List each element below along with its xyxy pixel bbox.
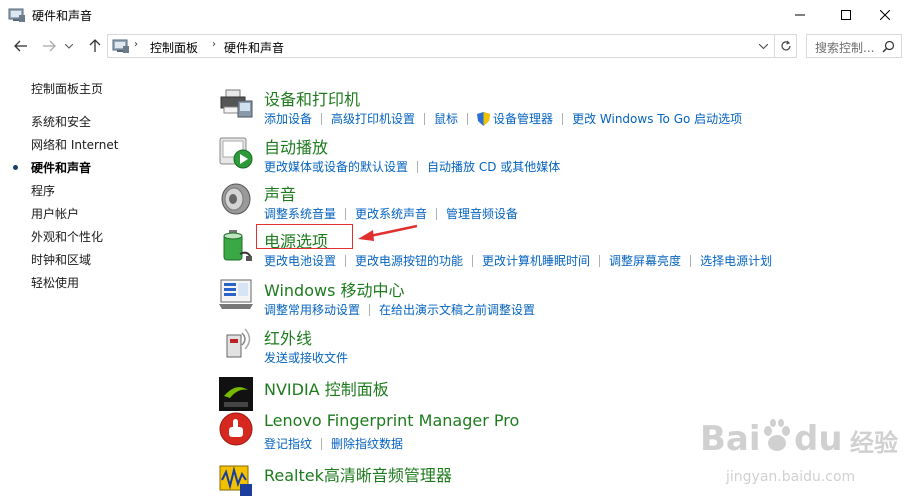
link-divider (417, 160, 419, 173)
watermark-paw-text: du (794, 419, 843, 459)
category-title[interactable]: 红外线 (264, 325, 312, 349)
link-add-device[interactable]: 添加设备 (264, 110, 312, 127)
mobility-center-icon (218, 277, 254, 313)
breadcrumb-control-panel[interactable]: 控制面板 (150, 39, 198, 56)
category-title[interactable]: 声音 (264, 181, 296, 205)
link-choose-power-plan[interactable]: 选择电源计划 (700, 252, 772, 269)
refresh-button[interactable] (775, 34, 797, 58)
chevron-right-icon[interactable]: › (212, 39, 216, 50)
battery-icon (218, 228, 254, 264)
category-links: 调整常用移动设置 在给出演示文稿之前调整设置 (264, 301, 535, 318)
link-divider (424, 112, 426, 125)
link-device-manager[interactable]: 设备管理器 (493, 110, 553, 127)
realtek-audio-icon (218, 462, 254, 498)
link-divider (345, 207, 347, 220)
link-divider (562, 112, 564, 125)
sidebar-item-system-security[interactable]: 系统和安全 (31, 113, 91, 130)
window-title: 硬件和声音 (32, 9, 93, 23)
link-enroll-fingerprint[interactable]: 登记指纹 (264, 435, 312, 452)
current-item-bullet (13, 165, 18, 170)
speaker-icon (218, 181, 254, 217)
link-presentation-settings[interactable]: 在给出演示文稿之前调整设置 (379, 301, 535, 318)
link-divider (472, 254, 474, 267)
link-adjust-volume[interactable]: 调整系统音量 (264, 205, 336, 222)
annotation-highlight-box (256, 224, 353, 249)
link-sleep-time[interactable]: 更改计算机睡眠时间 (482, 252, 590, 269)
sidebar-item-ease-of-access[interactable]: 轻松使用 (31, 274, 79, 291)
watermark-brand: Bai (700, 419, 761, 459)
category-title[interactable]: Lenovo Fingerprint Manager Pro (264, 411, 519, 430)
link-divider (321, 112, 323, 125)
link-screen-brightness[interactable]: 调整屏幕亮度 (609, 252, 681, 269)
category-title[interactable]: 设备和打印机 (264, 86, 360, 110)
link-divider (690, 254, 692, 267)
up-button[interactable] (84, 36, 106, 56)
link-divider (345, 254, 347, 267)
link-change-media-defaults[interactable]: 更改媒体或设备的默认设置 (264, 158, 408, 175)
link-battery-settings[interactable]: 更改电池设置 (264, 252, 336, 269)
sidebar-item-appearance[interactable]: 外观和个性化 (31, 228, 103, 245)
link-power-button-function[interactable]: 更改电源按钮的功能 (355, 252, 463, 269)
category-title[interactable]: Windows 移动中心 (264, 277, 405, 301)
minimize-button[interactable] (777, 0, 823, 30)
address-bar[interactable]: › 控制面板 › 硬件和声音 (107, 34, 775, 58)
category-links: 调整系统音量 更改系统声音 管理音频设备 (264, 205, 518, 222)
category-links: 登记指纹 删除指纹数据 (264, 435, 403, 452)
infrared-icon (218, 325, 254, 361)
link-divider (467, 112, 469, 125)
paw-icon (764, 419, 790, 451)
category-links: 添加设备 高级打印机设置 鼠标 设备管理器 更改 Windows To Go 启… (264, 110, 742, 127)
link-divider (369, 303, 371, 316)
watermark-cn: 经验 (850, 429, 898, 457)
forward-button[interactable] (38, 36, 60, 56)
navigation-bar: › 控制面板 › 硬件和声音 搜索控制... (0, 30, 908, 62)
link-windows-to-go[interactable]: 更改 Windows To Go 启动选项 (572, 110, 742, 127)
control-panel-icon (8, 7, 26, 23)
recent-locations-dropdown[interactable] (62, 36, 76, 56)
nvidia-icon (218, 376, 254, 412)
category-links: 发送或接收文件 (264, 349, 348, 366)
category-title[interactable]: 自动播放 (264, 134, 328, 158)
uac-shield-icon (477, 111, 491, 126)
sidebar-item-network[interactable]: 网络和 Internet (31, 136, 118, 153)
back-button[interactable] (10, 36, 32, 56)
search-icon[interactable] (882, 40, 895, 56)
breadcrumb-hardware-sound[interactable]: 硬件和声音 (224, 39, 284, 56)
link-mouse[interactable]: 鼠标 (434, 110, 458, 127)
sidebar-item-user-accounts[interactable]: 用户帐户 (31, 205, 79, 222)
title-bar: 硬件和声音 (0, 0, 908, 30)
category-links: 更改媒体或设备的默认设置 自动播放 CD 或其他媒体 (264, 158, 560, 175)
control-panel-icon (112, 38, 130, 54)
close-button[interactable] (862, 0, 908, 30)
autoplay-icon (218, 134, 254, 170)
category-links: 更改电池设置 更改电源按钮的功能 更改计算机睡眠时间 调整屏幕亮度 选择电源计划 (264, 252, 772, 269)
link-delete-fingerprint[interactable]: 删除指纹数据 (331, 435, 403, 452)
watermark-url: jingyan.baidu.com (726, 469, 856, 485)
fingerprint-icon (218, 411, 254, 447)
link-divider (599, 254, 601, 267)
baidu-watermark: Bai du 经验 jingyan.baidu.com (700, 415, 900, 500)
search-placeholder: 搜索控制... (815, 41, 875, 55)
address-dropdown-icon[interactable] (754, 37, 772, 55)
sidebar-item-home[interactable]: 控制面板主页 (31, 80, 103, 97)
link-advanced-printer-setup[interactable]: 高级打印机设置 (331, 110, 415, 127)
annotation-arrow-icon (358, 224, 418, 241)
chevron-right-icon[interactable]: › (134, 39, 138, 50)
link-divider (321, 437, 323, 450)
link-mobility-settings[interactable]: 调整常用移动设置 (264, 301, 360, 318)
category-title[interactable]: NVIDIA 控制面板 (264, 376, 389, 400)
link-autoplay-cd[interactable]: 自动播放 CD 或其他媒体 (427, 158, 560, 175)
link-divider (436, 207, 438, 220)
category-title[interactable]: Realtek高清晰音频管理器 (264, 462, 452, 486)
printer-icon (218, 86, 254, 122)
sidebar-item-clock-region[interactable]: 时钟和区域 (31, 251, 91, 268)
search-input[interactable]: 搜索控制... (806, 34, 902, 58)
link-manage-audio-devices[interactable]: 管理音频设备 (446, 205, 518, 222)
sidebar-item-programs[interactable]: 程序 (31, 182, 55, 199)
link-send-receive-files[interactable]: 发送或接收文件 (264, 349, 348, 366)
link-change-system-sounds[interactable]: 更改系统声音 (355, 205, 427, 222)
sidebar-item-hardware-sound: 硬件和声音 (31, 161, 92, 175)
